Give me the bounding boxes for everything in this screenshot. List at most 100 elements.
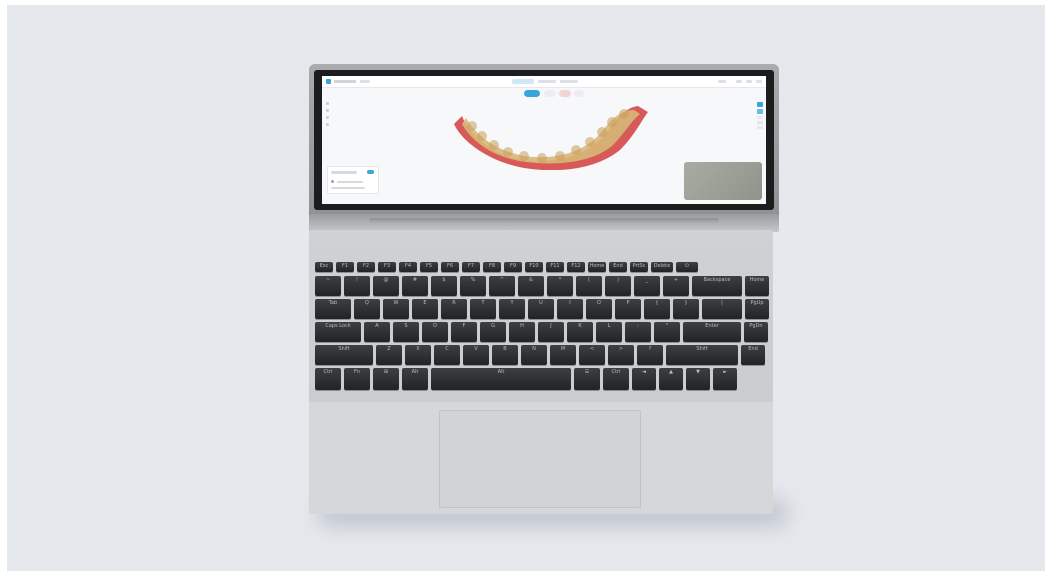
key[interactable]: ⏻ (676, 262, 698, 272)
key[interactable]: + (663, 276, 689, 296)
key[interactable]: Ctrl (603, 368, 629, 390)
key[interactable]: F (451, 322, 477, 342)
panel-option-label[interactable] (331, 187, 365, 189)
key[interactable]: P (615, 299, 641, 319)
key[interactable]: I (557, 299, 583, 319)
tool-button[interactable] (757, 116, 763, 119)
key[interactable]: F3 (378, 262, 396, 272)
key[interactable]: | (702, 299, 742, 319)
key[interactable]: ! (344, 276, 370, 296)
tool-button[interactable] (757, 126, 763, 129)
key[interactable]: # (402, 276, 428, 296)
key[interactable]: R (441, 299, 467, 319)
key[interactable]: O (586, 299, 612, 319)
key[interactable]: $ (431, 276, 457, 296)
tool-button-active[interactable] (757, 102, 763, 107)
key[interactable]: Esc (315, 262, 333, 272)
key[interactable]: F1 (336, 262, 354, 272)
key[interactable]: < (579, 345, 605, 365)
key[interactable]: E (412, 299, 438, 319)
key[interactable]: Alt (402, 368, 428, 390)
key[interactable]: ^ (489, 276, 515, 296)
key[interactable]: PrtSc (630, 262, 648, 272)
key[interactable]: Tab (315, 299, 351, 319)
key[interactable]: W (383, 299, 409, 319)
key[interactable]: B (492, 345, 518, 365)
tool-icon[interactable] (326, 102, 329, 105)
key[interactable]: M (550, 345, 576, 365)
key[interactable]: A (364, 322, 390, 342)
key[interactable]: End (741, 345, 765, 365)
view-mode-button[interactable] (544, 90, 556, 97)
key[interactable]: F8 (483, 262, 501, 272)
key[interactable]: C (434, 345, 460, 365)
key[interactable]: ☰ (574, 368, 600, 390)
key[interactable]: } (673, 299, 699, 319)
key[interactable]: F6 (441, 262, 459, 272)
key[interactable]: ▲ (659, 368, 683, 390)
toggle-switch[interactable] (367, 170, 374, 174)
maximize-icon[interactable] (746, 80, 752, 83)
key[interactable]: H (509, 322, 535, 342)
key[interactable]: : (625, 322, 651, 342)
toolbar-icon[interactable] (718, 80, 726, 83)
key[interactable]: _ (634, 276, 660, 296)
key[interactable]: Enter (683, 322, 741, 342)
key[interactable]: { (644, 299, 670, 319)
key[interactable]: Shift (315, 345, 373, 365)
tool-button[interactable] (757, 121, 763, 124)
key[interactable]: F4 (399, 262, 417, 272)
tab[interactable] (538, 80, 556, 83)
key[interactable]: > (608, 345, 634, 365)
key[interactable]: U (528, 299, 554, 319)
key[interactable]: J (538, 322, 564, 342)
key[interactable]: N (521, 345, 547, 365)
key[interactable]: F11 (546, 262, 564, 272)
key[interactable]: PgDn (744, 322, 768, 342)
tool-icon[interactable] (326, 109, 329, 112)
key[interactable]: X (405, 345, 431, 365)
key[interactable]: V (463, 345, 489, 365)
key[interactable]: Home (745, 276, 769, 296)
key[interactable]: ( (576, 276, 602, 296)
dental-arch-model[interactable] (452, 98, 652, 170)
key[interactable]: PgUp (745, 299, 769, 319)
key[interactable]: L (596, 322, 622, 342)
key[interactable]: S (393, 322, 419, 342)
key[interactable]: Fn (344, 368, 370, 390)
key[interactable]: F12 (567, 262, 585, 272)
key[interactable]: % (460, 276, 486, 296)
key[interactable]: Shift (666, 345, 738, 365)
key[interactable]: ) (605, 276, 631, 296)
key[interactable]: * (547, 276, 573, 296)
key[interactable]: Ctrl (315, 368, 341, 390)
key[interactable]: Home (588, 262, 606, 272)
key[interactable]: K (567, 322, 593, 342)
key[interactable]: ~ (315, 276, 341, 296)
key[interactable]: ? (637, 345, 663, 365)
view-mode-button[interactable] (559, 90, 571, 97)
key[interactable]: ◄ (632, 368, 656, 390)
key[interactable]: Y (499, 299, 525, 319)
tool-icon[interactable] (326, 116, 329, 119)
panel-option-label[interactable] (337, 181, 363, 183)
key[interactable]: & (518, 276, 544, 296)
key[interactable]: @ (373, 276, 399, 296)
menu-item[interactable] (360, 80, 370, 83)
key[interactable]: ▼ (686, 368, 710, 390)
minimize-icon[interactable] (736, 80, 742, 83)
key[interactable]: F9 (504, 262, 522, 272)
key[interactable]: Caps Lock (315, 322, 361, 342)
key[interactable]: Delete (651, 262, 673, 272)
view-mode-button-active[interactable] (524, 90, 540, 97)
key[interactable]: " (654, 322, 680, 342)
key[interactable]: F2 (357, 262, 375, 272)
tab-active[interactable] (512, 79, 534, 84)
trackpad[interactable] (439, 410, 641, 508)
key[interactable]: Z (376, 345, 402, 365)
key[interactable]: Alt (431, 368, 571, 390)
key[interactable]: D (422, 322, 448, 342)
key[interactable]: G (480, 322, 506, 342)
key[interactable]: Backspace (692, 276, 742, 296)
key[interactable]: End (609, 262, 627, 272)
